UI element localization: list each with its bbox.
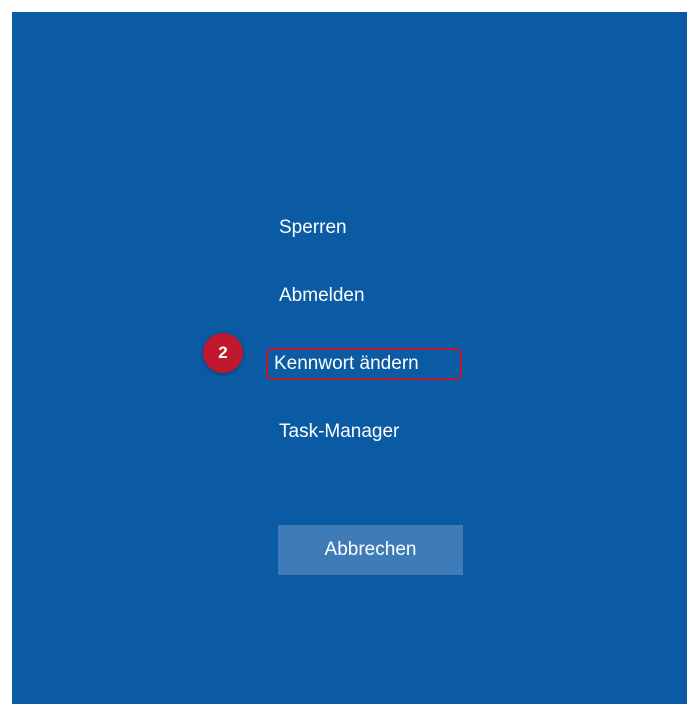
change-password-label: Kennwort ändern [274,353,419,374]
task-manager-option[interactable]: Task-Manager [279,420,399,444]
security-options-screen: Sperren Abmelden Kennwort ändern Task-Ma… [12,12,687,704]
sign-out-option[interactable]: Abmelden [279,284,365,308]
change-password-option[interactable]: Kennwort ändern [266,348,462,380]
step-number-badge: 2 [203,333,243,373]
cancel-button[interactable]: Abbrechen [278,525,463,575]
lock-option[interactable]: Sperren [279,216,347,240]
